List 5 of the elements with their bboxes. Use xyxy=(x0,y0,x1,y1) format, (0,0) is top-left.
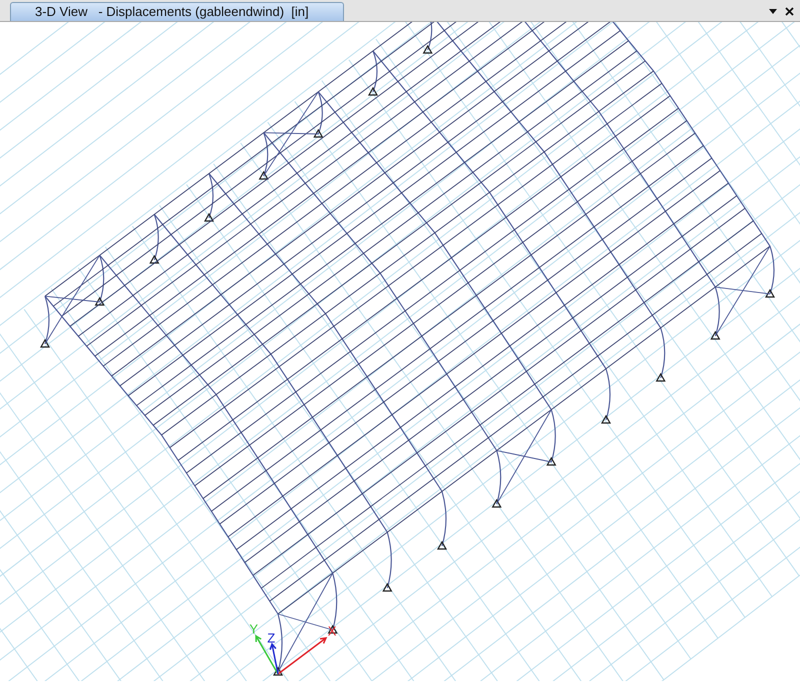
axis-label: Z xyxy=(267,630,276,646)
dropdown-icon[interactable] xyxy=(769,8,777,14)
close-icon[interactable] xyxy=(785,6,794,16)
axis-label: Y xyxy=(249,621,258,636)
view-tab[interactable]: 3-D View - Displacements (gableendwind) [in] xyxy=(10,2,344,21)
